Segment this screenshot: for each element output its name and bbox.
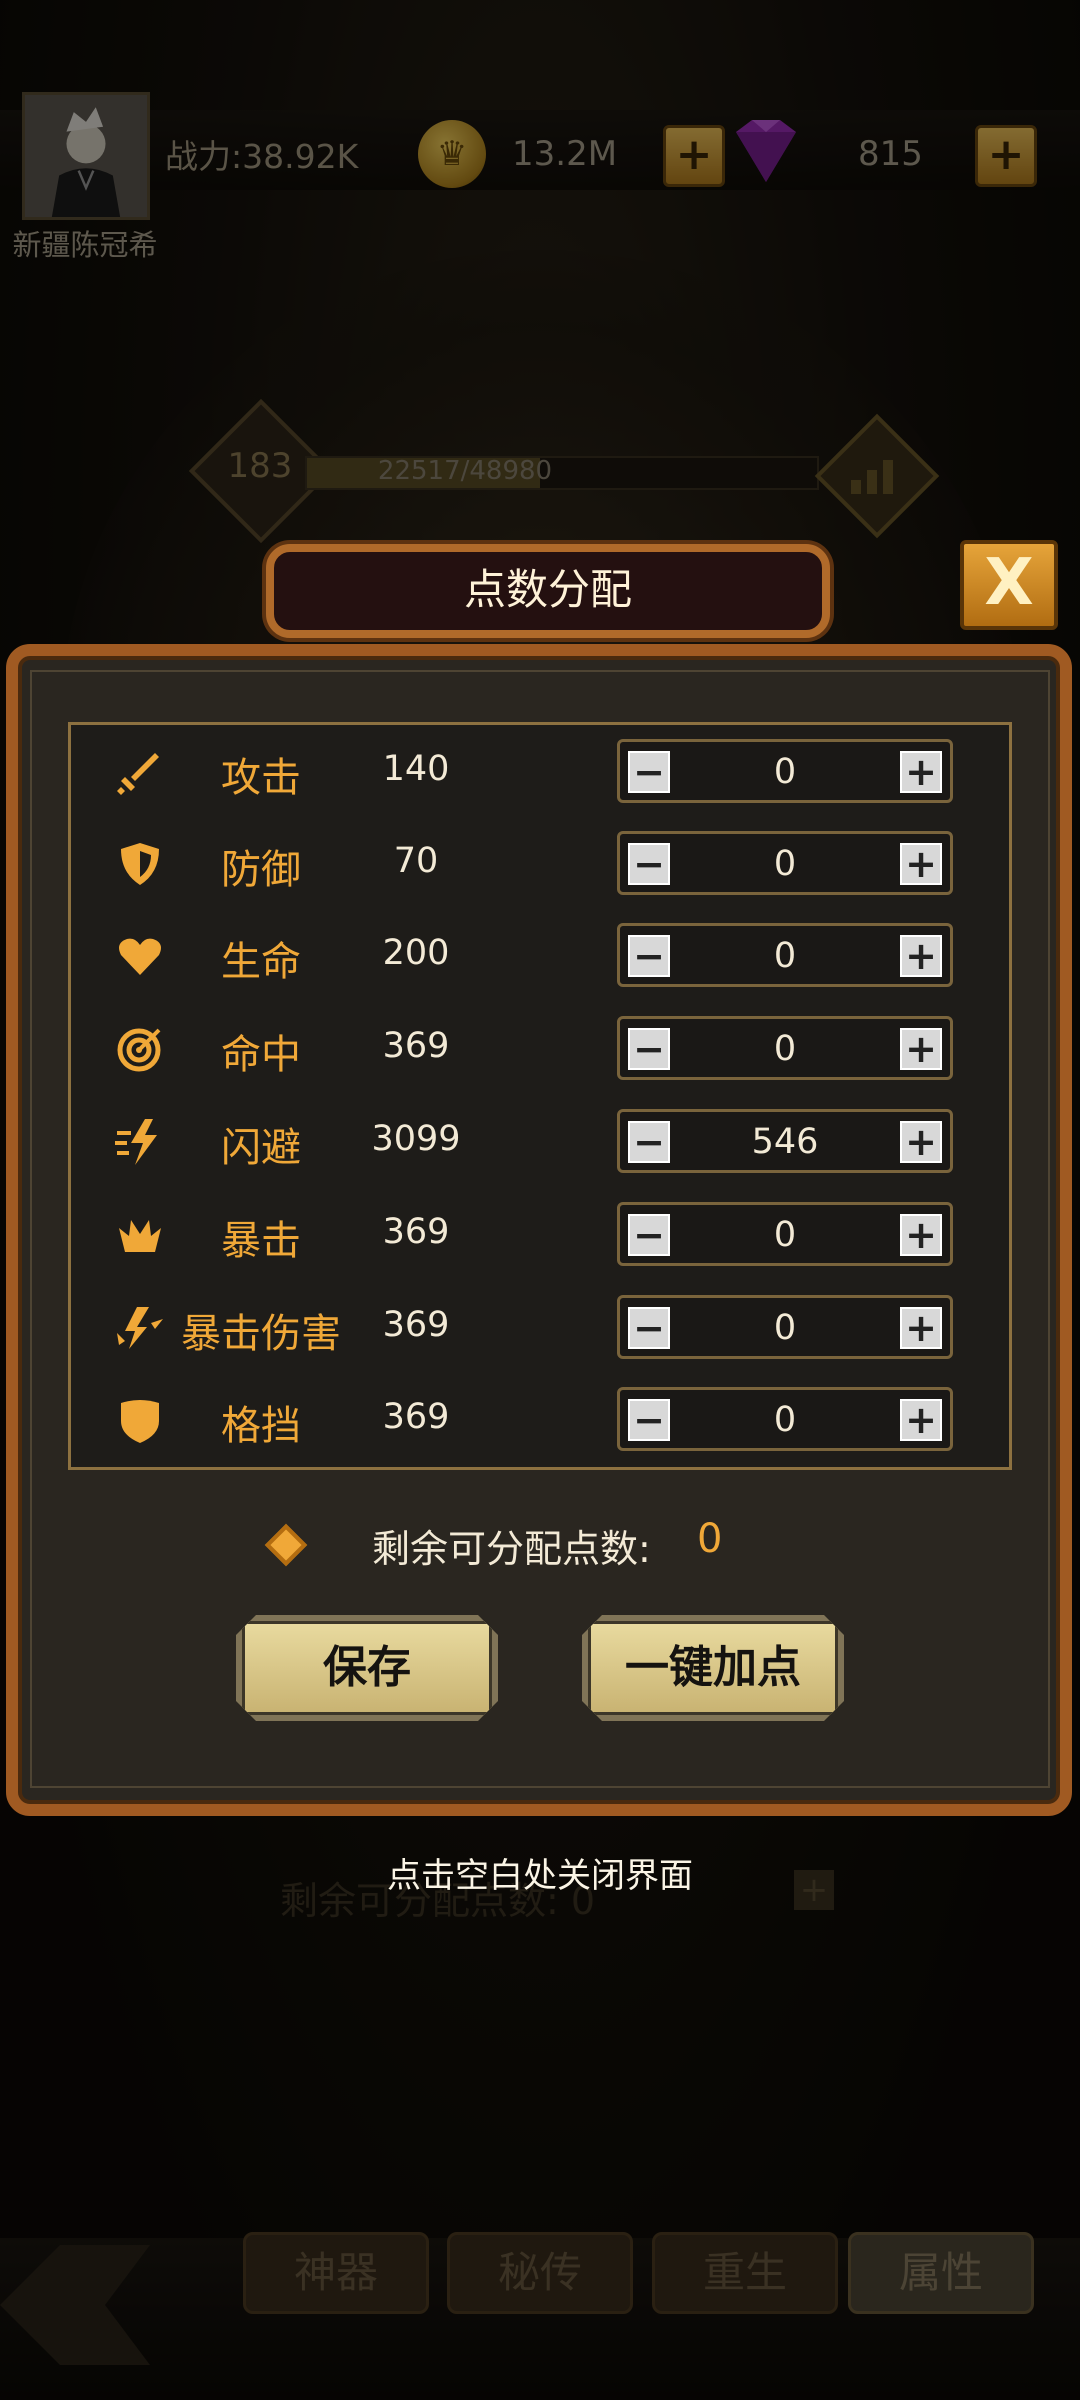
decrease-button[interactable]: −: [628, 751, 670, 793]
stat-value: 369: [382, 1305, 450, 1345]
stepper-value: 0: [773, 752, 797, 792]
stat-name: 格挡: [221, 1403, 301, 1449]
stat-value: 3099: [371, 1119, 461, 1159]
stepper-value: 0: [773, 1215, 797, 1255]
crit-icon: [119, 1220, 161, 1252]
auto-allocate-label: 一键加点: [625, 1642, 801, 1693]
heart-icon: [119, 938, 161, 975]
increase-button[interactable]: +: [900, 751, 942, 793]
decrease-button[interactable]: −: [628, 1121, 670, 1163]
stat-row-attack: 攻击 140 − 0 +: [71, 725, 1009, 819]
stat-name: 暴击: [221, 1218, 301, 1264]
stepper-value: 0: [773, 1400, 797, 1440]
stat-row-crit-damage: 暴击伤害 369 − 0 +: [71, 1281, 1009, 1375]
stat-name: 命中: [221, 1032, 301, 1078]
decrease-button[interactable]: −: [628, 1307, 670, 1349]
stat-value: 200: [382, 933, 450, 973]
stepper-value: 0: [773, 1029, 797, 1069]
decrease-button[interactable]: −: [628, 1399, 670, 1441]
stat-row-defense: 防御 70 − 0 +: [71, 817, 1009, 911]
remaining-points-label: 剩余可分配点数:: [372, 1527, 651, 1571]
increase-button[interactable]: +: [900, 1121, 942, 1163]
stat-row-dodge: 闪避 3099 − 546 +: [71, 1095, 1009, 1189]
block-icon: [121, 1400, 159, 1443]
sword-icon: [117, 753, 159, 795]
stepper-value: 0: [773, 844, 797, 884]
auto-allocate-button[interactable]: 一键加点: [582, 1615, 844, 1721]
stat-stepper: − 546 +: [617, 1109, 953, 1173]
dodge-icon: [115, 1119, 157, 1165]
remaining-points-value: 0: [697, 1516, 723, 1562]
stat-row-crit: 暴击 369 − 0 +: [71, 1188, 1009, 1282]
stepper-value: 0: [773, 936, 797, 976]
stat-row-accuracy: 命中 369 − 0 +: [71, 1002, 1009, 1096]
dialog-title: 点数分配: [463, 565, 632, 614]
shield-icon: [121, 843, 159, 885]
stat-value: 369: [382, 1026, 450, 1066]
save-button[interactable]: 保存: [236, 1615, 498, 1721]
decrease-button[interactable]: −: [628, 843, 670, 885]
stepper-value: 546: [751, 1122, 819, 1162]
stat-name: 防御: [221, 847, 301, 893]
increase-button[interactable]: +: [900, 1028, 942, 1070]
stat-stepper: − 0 +: [617, 923, 953, 987]
decrease-button[interactable]: −: [628, 935, 670, 977]
increase-button[interactable]: +: [900, 1307, 942, 1349]
stat-name: 生命: [221, 939, 301, 985]
target-icon: [117, 1028, 161, 1072]
stat-row-hp: 生命 200 − 0 +: [71, 909, 1009, 1003]
increase-button[interactable]: +: [900, 843, 942, 885]
stat-name: 攻击: [221, 755, 301, 801]
stat-value: 369: [382, 1212, 450, 1252]
stat-value: 140: [382, 749, 450, 789]
stat-stepper: − 0 +: [617, 739, 953, 803]
close-button[interactable]: X: [960, 540, 1058, 630]
stat-stepper: − 0 +: [617, 1016, 953, 1080]
close-icon: X: [984, 546, 1034, 620]
save-button-label: 保存: [323, 1642, 411, 1693]
stat-value: 369: [382, 1397, 450, 1437]
increase-button[interactable]: +: [900, 1214, 942, 1256]
decrease-button[interactable]: −: [628, 1214, 670, 1256]
stat-list[interactable]: 攻击 140 − 0 + 防御 70 − 0 + 生命 200 − 0 + 命中…: [68, 722, 1012, 1470]
increase-button[interactable]: +: [900, 1399, 942, 1441]
stat-stepper: − 0 +: [617, 1295, 953, 1359]
increase-button[interactable]: +: [900, 935, 942, 977]
stat-value: 70: [393, 841, 439, 881]
crit-damage-icon: [117, 1307, 163, 1349]
stat-name: 暴击伤害: [181, 1311, 341, 1357]
stepper-value: 0: [773, 1308, 797, 1348]
stat-stepper: − 0 +: [617, 1387, 953, 1451]
stat-name: 闪避: [221, 1125, 301, 1171]
stat-row-block: 格挡 369 − 0 +: [71, 1373, 1009, 1467]
decrease-button[interactable]: −: [628, 1028, 670, 1070]
stat-stepper: − 0 +: [617, 1202, 953, 1266]
close-hint: 点击空白处关闭界面: [387, 1856, 693, 1896]
stat-stepper: − 0 +: [617, 831, 953, 895]
